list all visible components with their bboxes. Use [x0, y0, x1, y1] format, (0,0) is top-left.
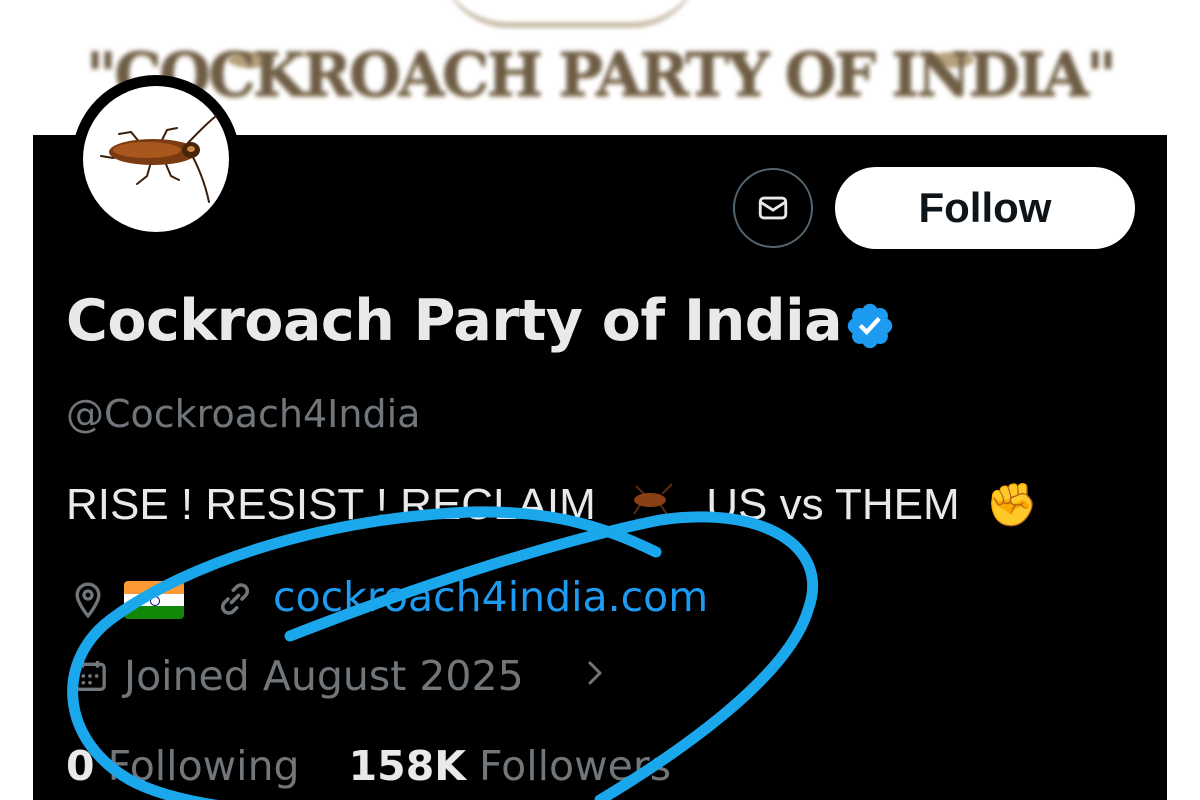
following-link[interactable]: 0 Following [66, 742, 313, 790]
link-icon [221, 583, 249, 615]
profile-website-link[interactable]: cockroach4india.com [273, 573, 708, 621]
profile-joined-date: Joined August 2025 [124, 652, 524, 700]
chevron-right-icon[interactable] [580, 656, 610, 690]
followers-count: 158K [348, 742, 466, 790]
profile-stats: 0 Following 158K Followers [66, 742, 671, 790]
calendar-icon [74, 661, 106, 691]
profile-avatar[interactable] [72, 75, 240, 243]
raised-fist-icon: ✊ [985, 480, 1039, 528]
following-count: 0 [66, 742, 95, 790]
bio-text-part1: RISE ! RESIST ! RECLAIM [66, 480, 596, 530]
banner-emblem [440, 0, 700, 28]
followers-link[interactable]: 158K Followers [349, 742, 671, 790]
followers-label: Followers [479, 742, 672, 790]
bio-text-part2: US vs THEM [706, 480, 960, 530]
verified-badge-icon[interactable] [844, 300, 896, 352]
location-pin-icon [75, 582, 101, 619]
profile-handle: @Cockroach4India [66, 392, 421, 436]
cockroach-image [83, 86, 229, 232]
cockroach-emoji-icon [624, 480, 676, 531]
profile-bio: RISE ! RESIST ! RECLAIM US vs THEM ✊ [66, 478, 1038, 531]
profile-name: Cockroach Party of India [66, 288, 843, 354]
india-flag-icon [124, 581, 184, 619]
following-label: Following [107, 742, 300, 790]
envelope-icon [758, 196, 788, 220]
cockroach-icon [100, 115, 217, 203]
follow-button[interactable]: Follow [835, 167, 1135, 249]
message-button[interactable] [733, 168, 813, 248]
